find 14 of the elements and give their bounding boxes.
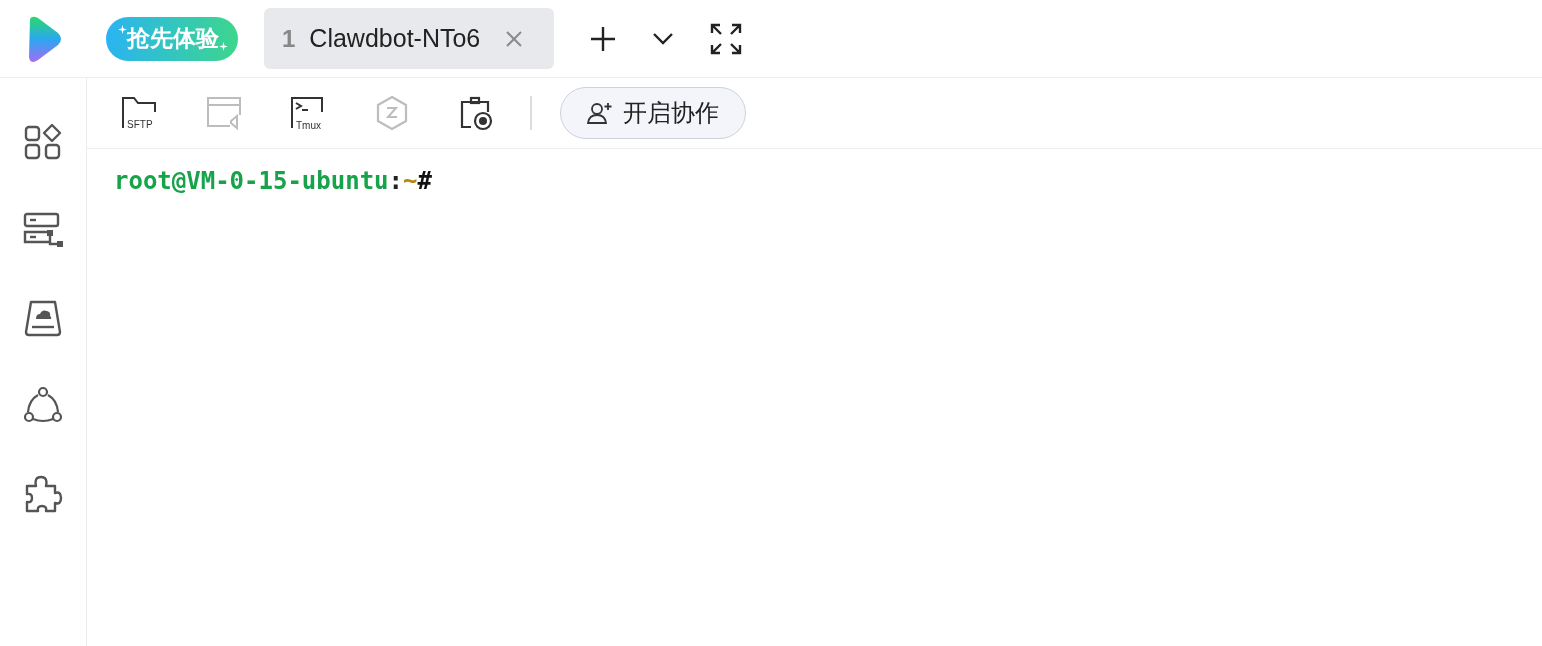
apps-icon[interactable] <box>23 122 63 162</box>
cloud-drive-icon[interactable] <box>23 298 63 338</box>
fullscreen-icon[interactable] <box>710 22 743 55</box>
chevron-down-icon[interactable] <box>652 31 675 46</box>
collaboration-button[interactable]: 开启协作 <box>560 87 746 139</box>
tab-title: Clawdbot-NTo6 <box>309 24 481 53</box>
session-tab[interactable]: 1 Clawdbot-NTo6 <box>264 8 555 69</box>
server-list-icon[interactable] <box>22 210 64 250</box>
terminal-prompt: root@VM-0-15-ubuntu:~# <box>114 167 433 195</box>
tab-number: 1 <box>282 24 296 53</box>
puzzle-icon[interactable] <box>23 474 63 514</box>
plus-icon[interactable] <box>590 25 617 52</box>
close-icon[interactable] <box>504 28 525 49</box>
add-user-icon <box>587 101 613 125</box>
